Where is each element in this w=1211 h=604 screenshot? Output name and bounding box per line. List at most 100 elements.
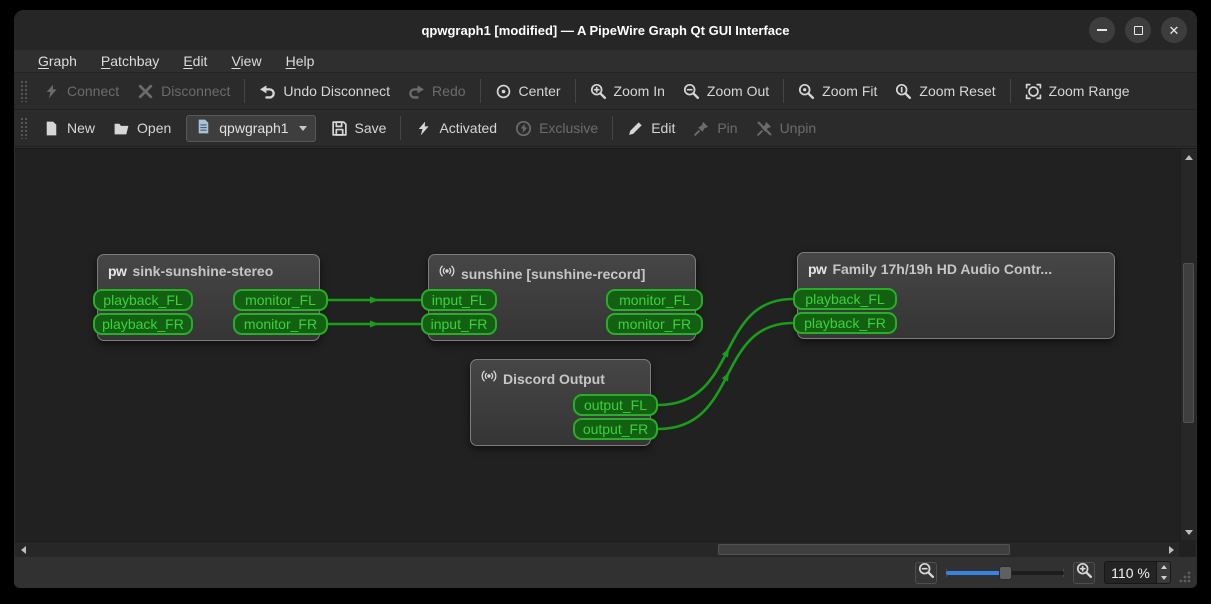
port-monitor-fr[interactable]: monitor_FR xyxy=(233,313,328,335)
pipewire-icon: pw xyxy=(108,263,127,279)
node-title: sunshine [sunshine-record] xyxy=(461,265,646,282)
chevron-down-icon xyxy=(298,125,307,131)
scroll-up-button[interactable] xyxy=(1181,149,1197,165)
menu-graph[interactable]: Graph xyxy=(26,52,89,71)
minimize-button[interactable] xyxy=(1089,17,1115,43)
redo-button[interactable]: Redo xyxy=(399,78,474,105)
patchbay-select-combo[interactable]: qpwgraph1 xyxy=(186,114,316,142)
zoom-out-icon xyxy=(683,83,700,100)
zoom-slider-handle[interactable] xyxy=(999,565,1012,580)
center-button[interactable]: Center xyxy=(486,78,570,105)
toolbar-separator xyxy=(400,116,402,140)
node-title: Discord Output xyxy=(503,370,605,387)
port-playback-fr[interactable]: playback_FR xyxy=(793,312,897,334)
undo-icon xyxy=(259,83,276,100)
unpin-icon xyxy=(756,120,773,137)
zoom-value[interactable]: 110 % xyxy=(1104,561,1156,584)
zoom-slider-fill xyxy=(946,570,1005,575)
zoom-range-button[interactable]: Zoom Range xyxy=(1016,78,1139,105)
zoom-fit-button[interactable]: Zoom Fit xyxy=(789,78,886,105)
horizontal-scrollbar[interactable] xyxy=(15,541,1179,557)
connect-button[interactable]: Connect xyxy=(34,78,128,105)
toolbar-separator xyxy=(574,79,576,103)
toolbar-button-label: Save xyxy=(354,120,387,136)
port-output-fr[interactable]: output_FR xyxy=(573,418,658,440)
patchbay-toolbar: New Open qpwgraph1 Save Activated Exclusive Ed… xyxy=(14,110,1197,147)
open-button[interactable]: Open xyxy=(104,115,180,142)
toolbar-separator xyxy=(244,79,246,103)
port-input-fr[interactable]: input_FR xyxy=(421,313,497,335)
patchbay-doc-icon xyxy=(195,118,212,138)
port-playback-fl[interactable]: playback_FL xyxy=(793,288,897,310)
toolbar-button-label: Unpin xyxy=(779,120,817,136)
menu-edit[interactable]: Edit xyxy=(171,52,219,71)
toolbar-button-label: New xyxy=(67,120,96,136)
edit-button[interactable]: Edit xyxy=(618,115,684,142)
undo-disconnect-button[interactable]: Undo Disconnect xyxy=(250,78,399,105)
toolbar-separator xyxy=(612,116,614,140)
zoom-in-button[interactable]: Zoom In xyxy=(581,78,674,105)
scroll-left-button[interactable] xyxy=(15,542,31,558)
port-monitor-fr[interactable]: monitor_FR xyxy=(606,313,703,335)
port-input-fl[interactable]: input_FL xyxy=(421,289,497,311)
activated-button[interactable]: Activated xyxy=(406,115,506,142)
scroll-down-button[interactable] xyxy=(1181,524,1197,540)
center-icon xyxy=(495,83,512,100)
spin-down-icon xyxy=(1160,575,1167,580)
spin-up-icon xyxy=(1160,565,1167,570)
zoom-reset-icon xyxy=(895,83,912,100)
connections-layer xyxy=(328,296,794,431)
vertical-scrollbar-thumb[interactable] xyxy=(1183,263,1194,423)
spin-down-button[interactable] xyxy=(1157,573,1170,584)
statusbar-zoom-in-button[interactable] xyxy=(1073,561,1095,584)
menu-patchbay[interactable]: Patchbay xyxy=(89,52,171,71)
zoom-out-icon xyxy=(918,562,935,584)
close-button[interactable]: ✕ xyxy=(1161,17,1187,43)
port-monitor-fl[interactable]: monitor_FL xyxy=(606,289,703,311)
maximize-icon xyxy=(1133,25,1143,35)
new-button[interactable]: New xyxy=(34,115,104,142)
save-icon xyxy=(331,120,348,137)
port-playback-fr[interactable]: playback_FR xyxy=(93,313,193,335)
desktop-background: qpwgraph1 [modified] — A PipeWire Graph … xyxy=(0,0,1211,604)
toolbar-separator xyxy=(479,79,481,103)
new-file-icon xyxy=(43,120,60,137)
open-folder-icon xyxy=(113,120,130,137)
scroll-right-button[interactable] xyxy=(1163,542,1179,558)
port-monitor-fl[interactable]: monitor_FL xyxy=(233,289,328,311)
pin-button[interactable]: Pin xyxy=(684,115,746,142)
save-button[interactable]: Save xyxy=(322,115,396,142)
graph-canvas[interactable]: pw sink-sunshine-stereo playback_FL playbac… xyxy=(15,148,1196,557)
zoom-spin-arrows xyxy=(1156,561,1171,584)
disconnect-button[interactable]: Disconnect xyxy=(128,78,239,105)
zoom-slider[interactable] xyxy=(946,563,1064,583)
toolbar-button-label: Edit xyxy=(651,120,676,136)
unpin-button[interactable]: Unpin xyxy=(747,115,826,142)
activated-icon xyxy=(415,120,432,137)
spin-up-button[interactable] xyxy=(1157,562,1170,573)
maximize-button[interactable] xyxy=(1125,17,1151,43)
arrow-down-icon xyxy=(1185,529,1193,535)
zoom-range-icon xyxy=(1025,83,1042,100)
resize-grip[interactable] xyxy=(1178,570,1192,584)
toolbar-button-label: Zoom Out xyxy=(706,83,770,99)
edit-icon xyxy=(627,120,644,137)
zoom-spinbox[interactable]: 110 % xyxy=(1104,561,1171,584)
menu-view[interactable]: View xyxy=(219,52,273,71)
toolbar-drag-handle[interactable] xyxy=(20,117,28,139)
port-output-fl[interactable]: output_FL xyxy=(573,394,658,416)
zoom-out-button[interactable]: Zoom Out xyxy=(674,78,778,105)
statusbar-zoom-out-button[interactable] xyxy=(915,561,937,584)
menu-help[interactable]: Help xyxy=(274,52,327,71)
arrow-left-icon xyxy=(20,546,26,554)
zoom-reset-button[interactable]: Zoom Reset xyxy=(886,78,1004,105)
toolbar-drag-handle[interactable] xyxy=(20,80,28,102)
horizontal-scrollbar-thumb[interactable] xyxy=(718,544,1010,555)
window-controls: ✕ xyxy=(1089,17,1187,43)
exclusive-button[interactable]: Exclusive xyxy=(506,115,607,142)
toolbar-button-label: Center xyxy=(518,83,561,99)
titlebar[interactable]: qpwgraph1 [modified] — A PipeWire Graph … xyxy=(14,10,1197,50)
zoom-fit-icon xyxy=(798,83,815,100)
vertical-scrollbar[interactable] xyxy=(1180,149,1196,540)
port-playback-fl[interactable]: playback_FL xyxy=(93,289,193,311)
